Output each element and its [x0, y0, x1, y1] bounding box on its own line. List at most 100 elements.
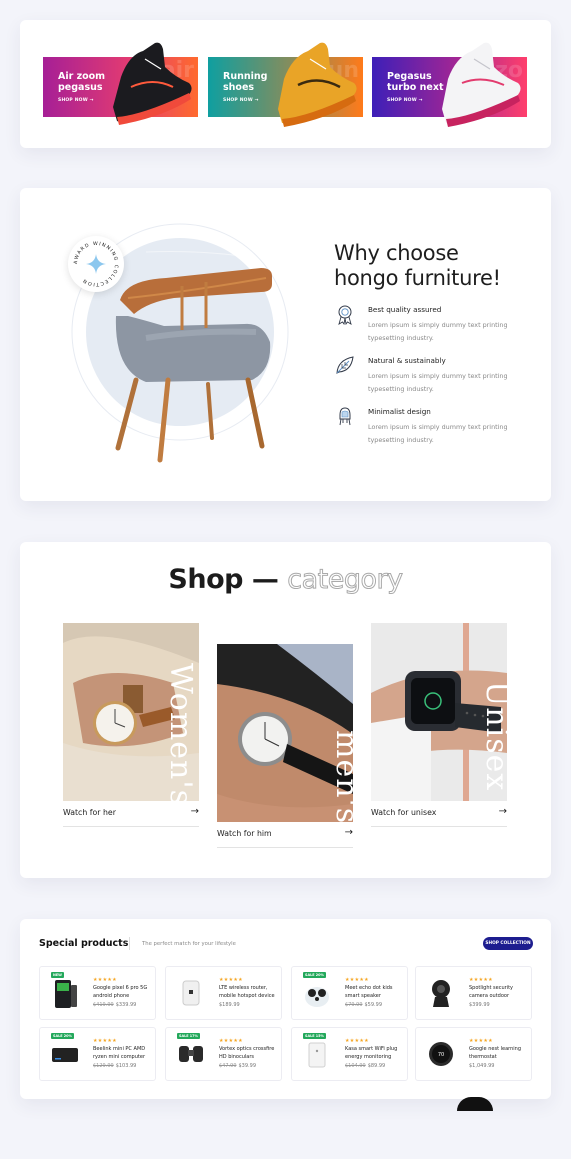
- old-price: $104.99: [345, 1063, 366, 1069]
- rating-stars: ★★★★★: [469, 977, 493, 983]
- category-link[interactable]: Watch for him →: [217, 822, 353, 848]
- product-card[interactable]: NEW ★★★★★ Google pixel 6 pro 5G android ph…: [39, 966, 156, 1020]
- promo-banner-running-shoes[interactable]: run Running shoes SHOP NOW →: [208, 42, 363, 127]
- product-card[interactable]: SALE 15% ★★★★★ Kasa smart WiFi plug energy…: [291, 1027, 408, 1081]
- arrow-right-icon: →: [344, 827, 353, 838]
- special-products-subtitle: The perfect match for your lifestyle: [142, 941, 236, 947]
- rating-stars: ★★★★★: [345, 1038, 369, 1044]
- old-price: $47.99: [219, 1063, 237, 1069]
- product-name[interactable]: Google nest learning thermostat: [469, 1046, 531, 1061]
- feature-description: Lorem ipsum is simply dummy text printin…: [368, 423, 508, 444]
- old-price: $419.99: [93, 1002, 114, 1008]
- product-card[interactable]: SALE 20% ★★★★★ Beelink mini PC AMD ryzen m…: [39, 1027, 156, 1081]
- product-price: $47.99 $39.99: [219, 1063, 256, 1069]
- vertical-category-label: Women's: [163, 663, 198, 807]
- special-products-section: Special products The perfect match for y…: [20, 919, 551, 1099]
- award-winning-badge: AWARD WINNING COLLECTION: [68, 236, 124, 292]
- product-image: [305, 987, 329, 1007]
- rating-stars: ★★★★★: [219, 1038, 243, 1044]
- product-card[interactable]: SALE 20% ★★★★★ Meet echo dot kids smart sp…: [291, 966, 408, 1020]
- feature-title: Minimalist design: [368, 407, 431, 416]
- promo-banner-pegasus-turbo-next[interactable]: zo Pegasus turbo next SHOP NOW →: [372, 42, 527, 127]
- promo-banner-section: air Air zoom pegasus SHOP NOW → run Runn…: [20, 20, 551, 148]
- shop-category-section: Shop — category Women's Watch for her →: [20, 542, 551, 878]
- category-link-label: Watch for her: [63, 808, 116, 817]
- feature-description: Lorem ipsum is simply dummy text printin…: [368, 372, 508, 393]
- product-card[interactable]: ★★★★★ Spotlight security camera outdoor $3…: [415, 966, 532, 1020]
- product-name[interactable]: Meet echo dot kids smart speaker: [345, 985, 407, 1000]
- heading-bold: Shop —: [168, 564, 279, 595]
- product-image: [308, 1042, 326, 1068]
- award-ribbon-icon: [338, 305, 352, 325]
- feature-title: Best quality assured: [368, 305, 442, 314]
- sale-badge: SALE 17%: [177, 1033, 200, 1039]
- product-name[interactable]: Beelink mini PC AMD ryzen mini computer: [93, 1046, 155, 1061]
- product-name[interactable]: Spotlight security camera outdoor: [469, 985, 531, 1000]
- heading-outline: category: [287, 564, 404, 596]
- product-price: $129.99 $103.99: [93, 1063, 136, 1069]
- current-price: $89.99: [367, 1063, 386, 1069]
- old-price: $129.99: [93, 1063, 114, 1069]
- product-image: [52, 1048, 78, 1062]
- product-name[interactable]: Vortex optics crossfire HD binoculars: [219, 1046, 281, 1061]
- heading-line-2: hongo furniture!: [334, 266, 501, 290]
- rating-stars: ★★★★★: [219, 977, 243, 983]
- feature-description: Lorem ipsum is simply dummy text printin…: [368, 321, 508, 342]
- category-link-label: Watch for him: [217, 829, 272, 838]
- shop-category-heading: Shop — category: [20, 564, 551, 596]
- current-price: $1,049.99: [469, 1063, 495, 1069]
- chair-icon: [339, 407, 351, 426]
- category-link[interactable]: Watch for her →: [63, 801, 199, 827]
- shop-now-link[interactable]: SHOP NOW →: [223, 98, 259, 103]
- vertical-category-label: men's: [329, 730, 364, 825]
- why-choose-heading: Why choose hongo furniture!: [334, 241, 501, 291]
- sale-badge: SALE 20%: [51, 1033, 74, 1039]
- why-choose-section: AWARD WINNING COLLECTION Why choose hong…: [20, 188, 551, 501]
- special-products-title: Special products: [39, 938, 129, 949]
- running-shoe-image: [442, 42, 521, 127]
- old-price: $79.99: [345, 1002, 363, 1008]
- product-card[interactable]: SALE 17% ★★★★★ Vortex optics crossfire HD …: [165, 1027, 282, 1081]
- arrow-right-icon: →: [498, 806, 507, 817]
- product-image: [432, 980, 450, 1007]
- sale-badge: SALE 20%: [303, 972, 326, 978]
- product-card[interactable]: 70 ★★★★★ Google nest learning thermostat $1…: [415, 1027, 532, 1081]
- current-price: $189.99: [219, 1002, 240, 1008]
- product-image: 70: [429, 1042, 453, 1066]
- product-image: [179, 1046, 203, 1062]
- product-name[interactable]: LTE wireless router, mobile hotspot devi…: [219, 985, 281, 1000]
- product-price: $104.99 $89.99: [345, 1063, 385, 1069]
- product-card[interactable]: ★★★★★ LTE wireless router, mobile hotspot…: [165, 966, 282, 1020]
- shop-collection-button[interactable]: SHOP COLLECTION: [483, 937, 533, 950]
- heading-line-1: Why choose: [334, 241, 459, 265]
- arrow-right-icon: →: [190, 806, 199, 817]
- product-price: $1,049.99: [469, 1063, 494, 1069]
- product-image: [55, 980, 77, 1008]
- sale-badge: SALE 15%: [303, 1033, 326, 1039]
- product-image: [182, 980, 200, 1006]
- current-price: $339.99: [115, 1002, 137, 1008]
- promo-banner-air-zoom-pegasus[interactable]: air Air zoom pegasus SHOP NOW →: [43, 42, 198, 125]
- running-shoe-image: [278, 42, 357, 127]
- rating-stars: ★★★★★: [93, 977, 117, 983]
- chat-widget-icon[interactable]: [457, 1097, 493, 1111]
- running-shoe-image: [113, 42, 192, 125]
- feature-title: Natural & sustainably: [368, 356, 446, 365]
- product-name[interactable]: Kasa smart WiFi plug energy monitoring: [345, 1046, 407, 1061]
- rating-stars: ★★★★★: [469, 1038, 493, 1044]
- product-price: $79.99 $59.99: [345, 1002, 382, 1008]
- shop-now-link[interactable]: SHOP NOW →: [387, 98, 423, 103]
- svg-text:70: 70: [438, 1052, 444, 1058]
- rating-stars: ★★★★★: [345, 977, 369, 983]
- product-price: $419.99 $339.99: [93, 1002, 136, 1008]
- product-price: $399.99: [469, 1002, 490, 1008]
- current-price: $59.99: [364, 1002, 383, 1008]
- rating-stars: ★★★★★: [93, 1038, 117, 1044]
- award-badge-icon: AWARD WINNING COLLECTION: [73, 241, 118, 287]
- current-price: $39.99: [238, 1063, 257, 1069]
- product-name[interactable]: Google pixel 6 pro 5G android phone: [93, 985, 155, 1000]
- product-price: $189.99: [219, 1002, 240, 1008]
- current-price: $103.99: [115, 1063, 137, 1069]
- category-link[interactable]: Watch for unisex →: [371, 801, 507, 827]
- shop-now-link[interactable]: SHOP NOW →: [58, 98, 94, 103]
